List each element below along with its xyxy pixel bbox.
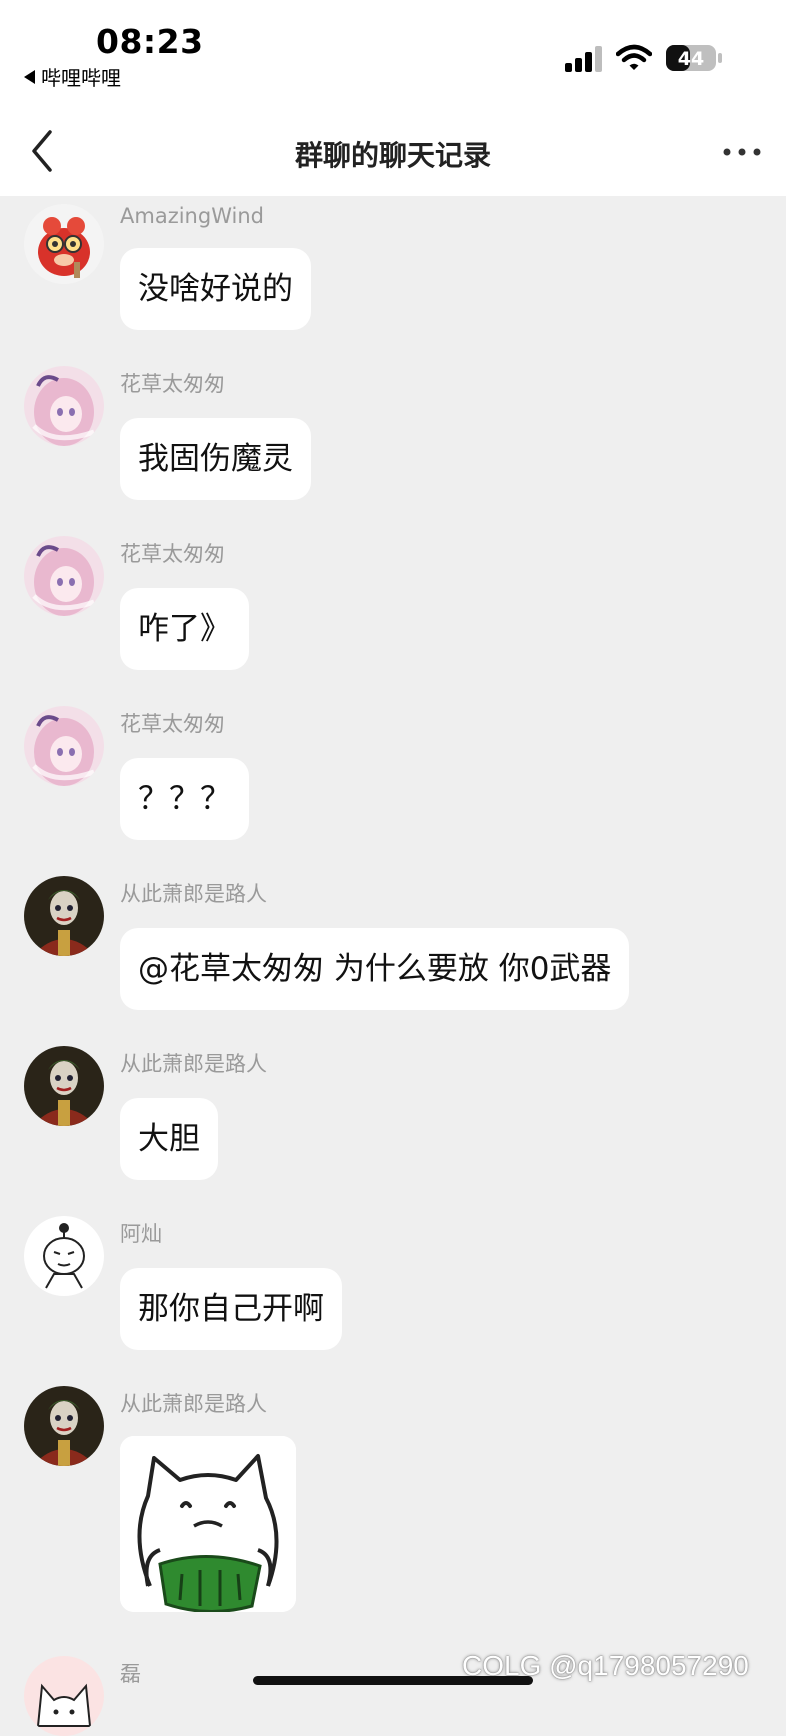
sender-name: 从此萧郎是路人 [120, 1392, 267, 1416]
message-bubble[interactable]: 大胆 [120, 1098, 218, 1180]
sender-name: 从此萧郎是路人 [120, 1052, 267, 1076]
message-bubble[interactable]: 我固伤魔灵 [120, 418, 311, 500]
home-indicator[interactable] [253, 1676, 533, 1685]
joker-avatar[interactable] [24, 1046, 104, 1126]
message-bubble[interactable]: ？？？ [120, 758, 249, 840]
message-bubble[interactable]: 没啥好说的 [120, 248, 311, 330]
sender-name: 阿灿 [120, 1222, 162, 1246]
sketch-girl-avatar[interactable] [24, 1216, 104, 1296]
joker-avatar[interactable] [24, 876, 104, 956]
status-time: 08:23 [96, 22, 204, 61]
cellular-signal-icon [565, 46, 602, 72]
back-to-app-label: 哔哩哔哩 [41, 66, 121, 90]
message-bubble[interactable]: 那你自己开啊 [120, 1268, 342, 1350]
chat-history-list[interactable]: AmazingWind 没啥好说的 花草太匆匆 我固伤魔灵 花草太匆匆 咋了》 … [0, 196, 786, 1736]
more-options-icon[interactable] [722, 146, 762, 158]
sender-name: AmazingWind [120, 204, 264, 228]
red-creature-avatar[interactable] [24, 204, 104, 284]
battery-level: 44 [678, 48, 704, 70]
sender-name: 花草太匆匆 [120, 712, 225, 736]
sender-name: 花草太匆匆 [120, 372, 225, 396]
battery-indicator: 44 [665, 44, 723, 72]
battery-icon: 44 [666, 45, 722, 71]
message-bubble[interactable]: @花草太匆匆 为什么要放 你0武器 [120, 928, 630, 1010]
pink-hair-girl-avatar[interactable] [24, 536, 104, 616]
header-bar: 群聊的聊天记录 [0, 106, 786, 196]
back-to-app-link[interactable]: 哔哩哔哩 [24, 62, 121, 91]
pink-hair-girl-avatar[interactable] [24, 706, 104, 786]
page-title: 群聊的聊天记录 [294, 139, 491, 172]
status-bar: 08:23 哔哩哔哩 44 [0, 0, 786, 106]
sender-name: 磊 [120, 1662, 141, 1686]
sender-name: 从此萧郎是路人 [120, 882, 267, 906]
back-triangle-icon [24, 69, 35, 84]
wifi-icon [616, 44, 652, 70]
sender-name: 花草太匆匆 [120, 542, 225, 566]
joker-avatar[interactable] [24, 1386, 104, 1466]
white-cat-avatar[interactable] [24, 1656, 104, 1736]
cat-eating-watermelon-sticker[interactable] [120, 1436, 296, 1612]
pink-hair-girl-avatar[interactable] [24, 366, 104, 446]
message-bubble[interactable]: 咋了》 [120, 588, 249, 670]
